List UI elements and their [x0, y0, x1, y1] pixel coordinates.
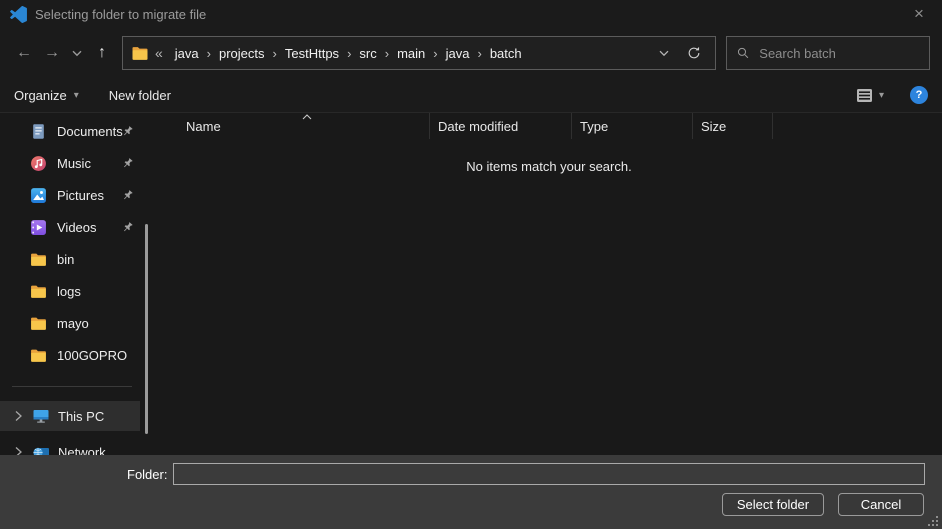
recent-locations-chevron[interactable] — [66, 39, 88, 67]
dialog-content: Documents Music — [0, 113, 942, 455]
sidebar-item-label: bin — [57, 252, 74, 267]
navigation-bar: ← → ↑ « java › projects › TestHttps › sr… — [0, 28, 942, 78]
refresh-icon — [687, 46, 701, 60]
sidebar-item-label: This PC — [58, 409, 104, 424]
search-icon — [737, 46, 749, 60]
breadcrumb-item[interactable]: batch — [482, 46, 530, 61]
window-title: Selecting folder to migrate file — [35, 7, 206, 22]
folder-picker-dialog: Selecting folder to migrate file × ← → ↑… — [0, 0, 942, 529]
title-bar: Selecting folder to migrate file × — [0, 0, 942, 28]
empty-results-message: No items match your search. — [156, 159, 942, 174]
folder-name-input[interactable] — [173, 463, 925, 485]
monitor-icon — [32, 408, 50, 424]
breadcrumb-item[interactable]: main — [389, 46, 433, 61]
breadcrumb-item[interactable]: src — [351, 46, 384, 61]
breadcrumb-item[interactable]: java — [438, 46, 478, 61]
column-header-row: Name Date modified Type Size — [156, 113, 942, 139]
pictures-icon — [30, 187, 47, 204]
videos-icon — [30, 219, 47, 236]
sidebar-scrollbar[interactable] — [145, 224, 148, 434]
documents-icon — [30, 123, 47, 140]
sidebar-item-pictures[interactable]: Pictures — [0, 179, 156, 211]
select-folder-button[interactable]: Select folder — [722, 493, 824, 516]
sidebar-item-label: Videos — [57, 220, 97, 235]
up-button[interactable]: ↑ — [88, 39, 116, 67]
sidebar-separator — [12, 386, 132, 387]
column-header-filler — [773, 113, 942, 139]
help-button[interactable]: ? — [910, 86, 928, 104]
sidebar-item-mayo[interactable]: mayo — [0, 307, 156, 339]
folder-icon — [30, 347, 47, 364]
column-header-type[interactable]: Type — [572, 113, 693, 139]
pin-icon — [121, 125, 134, 138]
navigation-pane: Documents Music — [0, 113, 156, 455]
chevron-down-icon — [72, 50, 82, 57]
address-bar[interactable]: « java › projects › TestHttps › src › ma… — [122, 36, 716, 70]
sidebar-item-music[interactable]: Music — [0, 147, 156, 179]
breadcrumb-overflow-icon[interactable]: « — [155, 45, 163, 61]
breadcrumb: java › projects › TestHttps › src › main… — [167, 46, 653, 61]
search-input[interactable] — [759, 46, 919, 61]
breadcrumb-item[interactable]: TestHttps — [277, 46, 347, 61]
sidebar-item-documents[interactable]: Documents — [0, 115, 156, 147]
folder-icon — [131, 46, 149, 61]
caret-down-icon: ▾ — [74, 90, 79, 101]
breadcrumb-item[interactable]: projects — [211, 46, 273, 61]
folder-icon — [30, 251, 47, 268]
sidebar-item-label: Pictures — [57, 188, 104, 203]
sidebar-item-label: mayo — [57, 316, 89, 331]
resize-grip[interactable] — [928, 516, 938, 526]
music-icon — [30, 155, 47, 172]
new-folder-button[interactable]: New folder — [109, 88, 171, 103]
file-list-pane: Name Date modified Type Size No items ma… — [156, 113, 942, 455]
sidebar-item-100gopro[interactable]: 100GOPRO — [0, 339, 156, 371]
sidebar-item-logs[interactable]: logs — [0, 275, 156, 307]
sidebar-item-label: logs — [57, 284, 81, 299]
folder-icon — [30, 315, 47, 332]
pin-icon — [121, 221, 134, 234]
chevron-right-icon — [10, 408, 26, 424]
vscode-logo-icon — [10, 6, 27, 23]
back-button[interactable]: ← — [10, 39, 38, 67]
forward-button[interactable]: → — [38, 39, 66, 67]
folder-field-label: Folder: — [127, 467, 167, 482]
sidebar-item-label: 100GOPRO — [57, 348, 127, 363]
search-box[interactable] — [726, 36, 930, 70]
details-view-icon — [856, 88, 873, 103]
column-header-size[interactable]: Size — [693, 113, 773, 139]
column-header-name[interactable]: Name — [156, 113, 430, 139]
folder-icon — [30, 283, 47, 300]
change-view-button[interactable]: ▾ — [856, 88, 884, 103]
sidebar-item-this-pc[interactable]: This PC — [0, 401, 140, 431]
organize-button[interactable]: Organize ▾ — [14, 88, 79, 103]
cancel-button[interactable]: Cancel — [838, 493, 924, 516]
pin-icon — [121, 189, 134, 202]
address-dropdown-chevron[interactable] — [653, 50, 675, 57]
column-header-date-modified[interactable]: Date modified — [430, 113, 572, 139]
pin-icon — [121, 157, 134, 170]
dialog-footer: Folder: Select folder Cancel — [0, 455, 942, 529]
sidebar-item-label: Documents — [57, 124, 123, 139]
breadcrumb-item[interactable]: java — [167, 46, 207, 61]
close-button[interactable]: × — [904, 0, 934, 28]
command-toolbar: Organize ▾ New folder ▾ ? — [0, 78, 942, 113]
refresh-button[interactable] — [681, 46, 707, 60]
sort-ascending-icon — [302, 114, 312, 120]
sidebar-item-bin[interactable]: bin — [0, 243, 156, 275]
sidebar-item-videos[interactable]: Videos — [0, 211, 156, 243]
chevron-down-icon — [659, 50, 669, 57]
caret-down-icon: ▾ — [879, 90, 884, 101]
organize-label: Organize — [14, 88, 67, 103]
sidebar-item-label: Music — [57, 156, 91, 171]
